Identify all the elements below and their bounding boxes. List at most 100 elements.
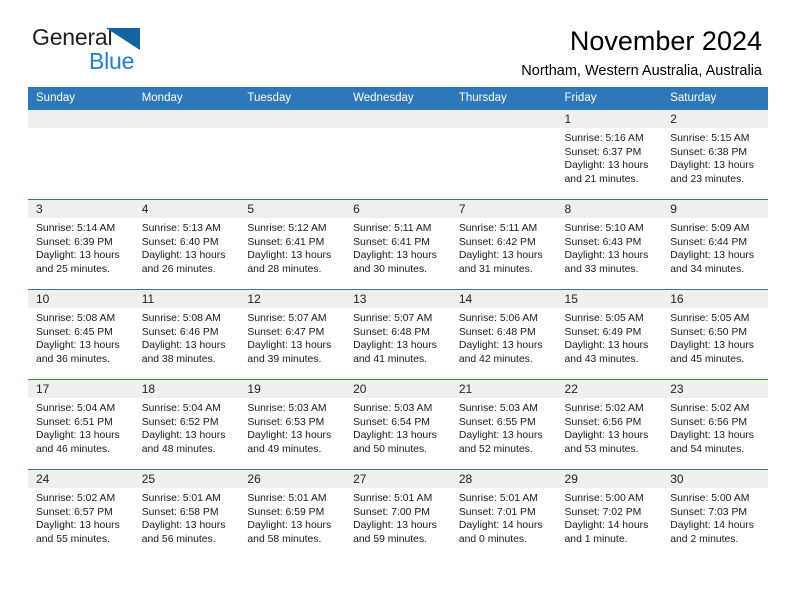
- sunrise-text: Sunrise: 5:14 AM: [36, 223, 116, 234]
- calendar-week-row: 24 Sunrise: 5:02 AM Sunset: 6:57 PM Dayligh…: [28, 469, 768, 560]
- calendar-day-cell[interactable]: 2 Sunrise: 5:15 AM Sunset: 6:38 PM Daylight…: [662, 109, 768, 200]
- day-details: Sunrise: 5:01 AM Sunset: 7:01 PM Daylight:…: [451, 488, 557, 546]
- sunset-text: Sunset: 6:44 PM: [670, 236, 748, 248]
- calendar-day-cell[interactable]: 28 Sunrise: 5:01 AM Sunset: 7:01 PM Dayligh…: [450, 469, 557, 560]
- calendar-day-cell[interactable]: 25 Sunrise: 5:01 AM Sunset: 6:58 PM Dayligh…: [133, 469, 240, 560]
- daylight-text: Daylight: 13 hours and 38 minutes.: [141, 340, 226, 365]
- day-number: 21: [450, 380, 557, 398]
- calendar-day-cell[interactable]: 16 Sunrise: 5:05 AM Sunset: 6:50 PM Dayligh…: [662, 289, 768, 380]
- daylight-text: Daylight: 14 hours and 2 minutes.: [670, 520, 754, 545]
- day-number: 14: [450, 290, 557, 308]
- calendar-day-cell[interactable]: 29 Sunrise: 5:00 AM Sunset: 7:02 PM Dayligh…: [556, 469, 663, 560]
- day-details: Sunrise: 5:15 AM Sunset: 6:38 PM Daylight:…: [662, 128, 768, 186]
- calendar-day-cell[interactable]: 5 Sunrise: 5:12 AM Sunset: 6:41 PM Daylight…: [239, 199, 346, 290]
- weekday-header-monday: Monday: [133, 87, 240, 110]
- sunrise-text: Sunrise: 5:08 AM: [36, 313, 116, 324]
- weekday-header-saturday: Saturday: [662, 87, 768, 110]
- day-number: 17: [28, 380, 134, 398]
- calendar-day-cell[interactable]: 23 Sunrise: 5:02 AM Sunset: 6:56 PM Dayligh…: [662, 379, 768, 470]
- calendar-day-cell[interactable]: 6 Sunrise: 5:11 AM Sunset: 6:41 PM Daylight…: [345, 199, 451, 290]
- daylight-text: Daylight: 14 hours and 1 minute.: [564, 520, 649, 545]
- calendar-day-cell[interactable]: 24 Sunrise: 5:02 AM Sunset: 6:57 PM Dayligh…: [28, 469, 134, 560]
- day-details: Sunrise: 5:05 AM Sunset: 6:49 PM Daylight:…: [557, 308, 663, 366]
- sunset-text: Sunset: 6:47 PM: [247, 326, 325, 338]
- calendar-day-cell[interactable]: 21 Sunrise: 5:03 AM Sunset: 6:55 PM Dayligh…: [450, 379, 557, 470]
- weekday-header-thursday: Thursday: [450, 87, 557, 110]
- daylight-text: Daylight: 13 hours and 43 minutes.: [564, 340, 649, 365]
- calendar-day-cell[interactable]: 18 Sunrise: 5:04 AM Sunset: 6:52 PM Dayligh…: [133, 379, 240, 470]
- daylight-text: Daylight: 13 hours and 49 minutes.: [247, 430, 332, 455]
- calendar-day-cell[interactable]: 7 Sunrise: 5:11 AM Sunset: 6:42 PM Daylight…: [450, 199, 557, 290]
- sunset-text: Sunset: 6:46 PM: [141, 326, 219, 338]
- day-details: Sunrise: 5:07 AM Sunset: 6:47 PM Daylight:…: [239, 308, 345, 366]
- calendar-day-cell[interactable]: 4 Sunrise: 5:13 AM Sunset: 6:40 PM Daylight…: [133, 199, 240, 290]
- daylight-text: Daylight: 13 hours and 42 minutes.: [458, 340, 543, 365]
- calendar-day-cell[interactable]: 12 Sunrise: 5:07 AM Sunset: 6:47 PM Dayligh…: [239, 289, 346, 380]
- sunset-text: Sunset: 6:51 PM: [36, 416, 113, 428]
- daylight-text: Daylight: 13 hours and 45 minutes.: [670, 340, 754, 365]
- calendar-day-cell[interactable]: 10 Sunrise: 5:08 AM Sunset: 6:45 PM Dayligh…: [28, 289, 134, 380]
- day-details: Sunrise: 5:01 AM Sunset: 6:58 PM Daylight:…: [134, 488, 240, 546]
- calendar-day-cell[interactable]: 26 Sunrise: 5:01 AM Sunset: 6:59 PM Dayligh…: [239, 469, 346, 560]
- page-header: General Blue November 2024 Northam, West…: [0, 0, 792, 80]
- calendar-page: General Blue November 2024 Northam, West…: [0, 0, 792, 612]
- calendar-week-row: 17 Sunrise: 5:04 AM Sunset: 6:51 PM Dayligh…: [28, 379, 768, 470]
- sunrise-text: Sunrise: 5:03 AM: [458, 403, 538, 414]
- calendar-day-cell-empty: [345, 109, 451, 200]
- sunset-text: Sunset: 7:01 PM: [458, 506, 536, 518]
- sunrise-text: Sunrise: 5:02 AM: [36, 493, 116, 504]
- calendar-day-cell[interactable]: 1 Sunrise: 5:16 AM Sunset: 6:37 PM Daylight…: [556, 109, 663, 200]
- calendar-day-cell[interactable]: 8 Sunrise: 5:10 AM Sunset: 6:43 PM Daylight…: [556, 199, 663, 290]
- daylight-text: Daylight: 13 hours and 48 minutes.: [141, 430, 226, 455]
- calendar-day-cell[interactable]: 9 Sunrise: 5:09 AM Sunset: 6:44 PM Daylight…: [662, 199, 768, 290]
- calendar-day-cell-empty: [450, 109, 557, 200]
- daylight-text: Daylight: 13 hours and 53 minutes.: [564, 430, 649, 455]
- calendar-day-cell[interactable]: 22 Sunrise: 5:02 AM Sunset: 6:56 PM Dayligh…: [556, 379, 663, 470]
- sunrise-text: Sunrise: 5:11 AM: [353, 223, 432, 234]
- day-details: Sunrise: 5:11 AM Sunset: 6:41 PM Daylight:…: [345, 218, 451, 276]
- day-number: 16: [662, 290, 768, 308]
- daylight-text: Daylight: 13 hours and 54 minutes.: [670, 430, 754, 455]
- calendar-day-cell[interactable]: 15 Sunrise: 5:05 AM Sunset: 6:49 PM Dayligh…: [556, 289, 663, 380]
- calendar-day-cell[interactable]: 30 Sunrise: 5:00 AM Sunset: 7:03 PM Dayligh…: [662, 469, 768, 560]
- sunrise-text: Sunrise: 5:07 AM: [247, 313, 327, 324]
- day-number: 20: [345, 380, 451, 398]
- sunrise-text: Sunrise: 5:01 AM: [353, 493, 433, 504]
- daylight-text: Daylight: 13 hours and 33 minutes.: [564, 250, 649, 275]
- sunrise-text: Sunrise: 5:02 AM: [564, 403, 644, 414]
- calendar-day-cell-empty: [133, 109, 240, 200]
- daylight-text: Daylight: 14 hours and 0 minutes.: [458, 520, 543, 545]
- day-number: 6: [345, 200, 451, 218]
- day-number: 15: [556, 290, 663, 308]
- calendar-day-cell[interactable]: 13 Sunrise: 5:07 AM Sunset: 6:48 PM Dayligh…: [345, 289, 451, 380]
- calendar-day-cell[interactable]: 11 Sunrise: 5:08 AM Sunset: 6:46 PM Dayligh…: [133, 289, 240, 380]
- calendar-day-cell[interactable]: 20 Sunrise: 5:03 AM Sunset: 6:54 PM Dayligh…: [345, 379, 451, 470]
- weekday-header-sunday: Sunday: [28, 87, 134, 110]
- sunset-text: Sunset: 6:48 PM: [458, 326, 536, 338]
- day-number: 24: [28, 470, 134, 488]
- day-number: 13: [345, 290, 451, 308]
- calendar-day-cell[interactable]: 17 Sunrise: 5:04 AM Sunset: 6:51 PM Dayligh…: [28, 379, 134, 470]
- sunrise-text: Sunrise: 5:01 AM: [247, 493, 327, 504]
- general-blue-logo[interactable]: General Blue: [32, 26, 192, 76]
- sunset-text: Sunset: 6:56 PM: [670, 416, 748, 428]
- sunset-text: Sunset: 6:41 PM: [247, 236, 325, 248]
- sunrise-text: Sunrise: 5:04 AM: [141, 403, 221, 414]
- day-details: Sunrise: 5:02 AM Sunset: 6:56 PM Daylight:…: [557, 398, 663, 456]
- day-details: Sunrise: 5:13 AM Sunset: 6:40 PM Daylight:…: [134, 218, 240, 276]
- day-details: Sunrise: 5:01 AM Sunset: 7:00 PM Daylight:…: [345, 488, 451, 546]
- daylight-text: Daylight: 13 hours and 21 minutes.: [564, 160, 649, 185]
- day-number: 11: [133, 290, 240, 308]
- daylight-text: Daylight: 13 hours and 34 minutes.: [670, 250, 754, 275]
- sunset-text: Sunset: 6:59 PM: [247, 506, 325, 518]
- calendar-day-cell[interactable]: 19 Sunrise: 5:03 AM Sunset: 6:53 PM Dayligh…: [239, 379, 346, 470]
- sunrise-text: Sunrise: 5:03 AM: [247, 403, 327, 414]
- location-subtitle: Northam, Western Australia, Australia: [521, 63, 762, 80]
- day-details: Sunrise: 5:03 AM Sunset: 6:53 PM Daylight:…: [239, 398, 345, 456]
- calendar-day-cell[interactable]: 14 Sunrise: 5:06 AM Sunset: 6:48 PM Dayligh…: [450, 289, 557, 380]
- calendar-day-cell[interactable]: 3 Sunrise: 5:14 AM Sunset: 6:39 PM Daylight…: [28, 199, 134, 290]
- sunset-text: Sunset: 6:52 PM: [141, 416, 219, 428]
- calendar-day-cell[interactable]: 27 Sunrise: 5:01 AM Sunset: 7:00 PM Dayligh…: [345, 469, 451, 560]
- day-number: 25: [133, 470, 240, 488]
- sunset-text: Sunset: 6:41 PM: [353, 236, 430, 248]
